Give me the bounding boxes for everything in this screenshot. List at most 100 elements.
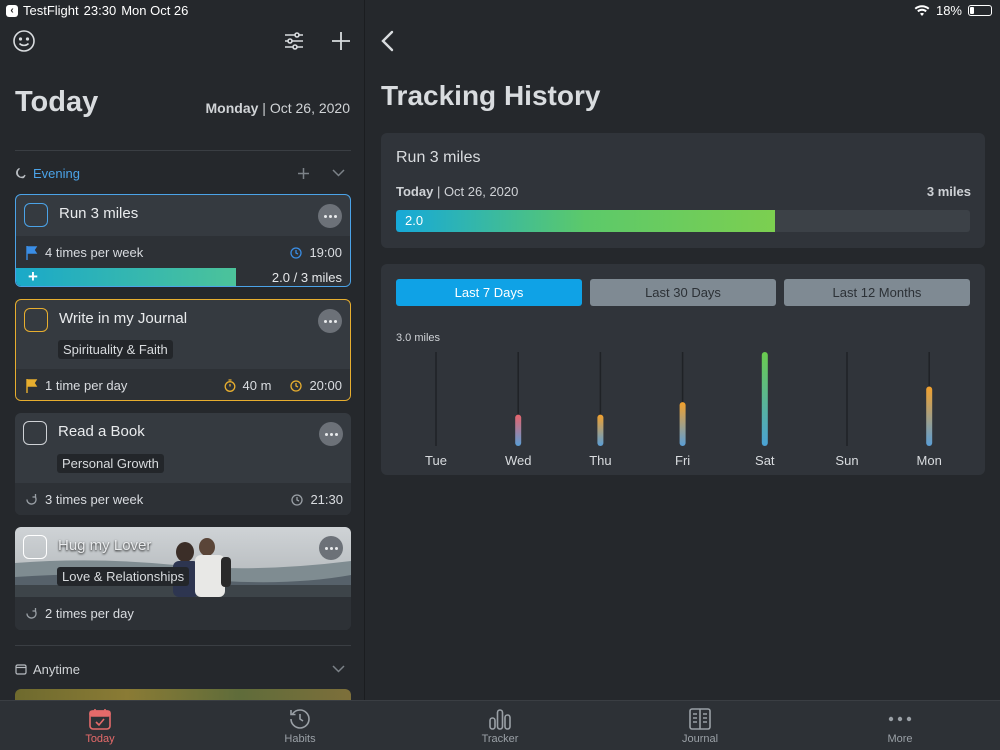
tab-more[interactable]: More xyxy=(850,705,950,745)
add-habit-icon[interactable] xyxy=(328,28,354,54)
tab-label: Today xyxy=(85,733,115,745)
habit-summary-panel: Run 3 miles Today | Oct 26, 2020 3 miles… xyxy=(381,133,985,248)
range-tab-last-30-days[interactable]: Last 30 Days xyxy=(590,279,776,306)
chart-tick-label: Sat xyxy=(755,453,775,468)
tab-today[interactable]: Today xyxy=(50,705,150,745)
tracking-history-pane: Tracking History Run 3 miles Today | Oct… xyxy=(366,0,1000,700)
habit-frequency: 4 times per week xyxy=(45,245,144,260)
section-collapse-chevron-icon[interactable] xyxy=(332,169,345,177)
summary-progress-fill xyxy=(396,210,775,232)
summary-goal: 3 miles xyxy=(926,184,971,199)
reminder-clock-icon xyxy=(291,493,304,506)
habit-checkbox[interactable] xyxy=(23,535,47,559)
chart-bar-thu[interactable] xyxy=(597,414,604,446)
habit-title: Hug my Lover xyxy=(58,537,152,554)
reminder-clock-icon xyxy=(290,246,303,259)
summary-date-value: Oct 26, 2020 xyxy=(443,184,519,199)
summary-progress-bar: 2.0 xyxy=(396,210,970,232)
chart-bar-wed[interactable] xyxy=(515,414,522,446)
range-tab-last-7-days[interactable]: Last 7 Days xyxy=(396,279,582,306)
history-bar-chart: 3.0 miles Tue Wed Thu Fri Sat Sun Mon xyxy=(396,332,942,468)
tab-label: Habits xyxy=(284,733,316,745)
habit-progress-fill xyxy=(16,268,237,286)
habit-reminder-time: 19:00 xyxy=(309,245,342,260)
more-dots-icon xyxy=(888,716,912,722)
chart-tick-label: Thu xyxy=(589,453,611,468)
habit-reminder-time: 21:30 xyxy=(310,492,343,507)
habit-checkbox[interactable] xyxy=(23,421,47,445)
flag-icon xyxy=(26,378,38,393)
tab-label: More xyxy=(887,733,913,745)
tab-journal[interactable]: Journal xyxy=(650,705,750,745)
chart-tick-label: Wed xyxy=(505,453,532,468)
chart-bar-sat[interactable] xyxy=(761,352,768,446)
tab-label: Tracker xyxy=(481,733,519,745)
tab-label: Journal xyxy=(681,733,719,745)
habit-card-hug[interactable]: Hug my Lover Love & Relationships 2 time… xyxy=(15,527,351,630)
habit-progress-label: 2.0 / 3 miles xyxy=(271,270,342,285)
habit-footer: 2 times per day xyxy=(15,597,351,630)
chart-tick-label: Sun xyxy=(835,453,858,468)
habit-title: Write in my Journal xyxy=(59,310,188,327)
page-title: Tracking History xyxy=(381,80,601,111)
divider xyxy=(15,150,351,151)
chart-y-label: 3.0 miles xyxy=(396,332,441,344)
divider xyxy=(15,645,351,646)
habit-frequency: 1 time per day xyxy=(45,378,128,393)
repeat-icon xyxy=(26,494,37,505)
today-pane: Today Monday | Oct 26, 2020 Evening Run … xyxy=(0,0,365,700)
habit-progress-bar[interactable]: + 2.0 / 3 miles xyxy=(16,267,350,286)
chart-bar-mon[interactable] xyxy=(926,386,933,446)
stopwatch-icon xyxy=(224,379,235,392)
today-date: Monday | Oct 26, 2020 xyxy=(205,100,350,116)
habit-checkbox[interactable] xyxy=(24,203,48,227)
habit-card-journal[interactable]: Write in my Journal Spirituality & Faith… xyxy=(15,299,351,401)
habit-footer: 4 times per week 19:00 xyxy=(16,236,350,269)
range-tab-last-12-months[interactable]: Last 12 Months xyxy=(784,279,970,306)
section-collapse-chevron-icon[interactable] xyxy=(332,665,345,673)
habit-duration: 40 m xyxy=(242,378,272,393)
section-label: Anytime xyxy=(33,661,80,677)
chart-tick-label: Tue xyxy=(425,453,447,468)
section-label: Evening xyxy=(33,165,80,181)
habit-card-run[interactable]: Run 3 miles 4 times per week 19:00 + 2.0… xyxy=(15,194,351,287)
today-toolbar xyxy=(0,28,364,58)
more-options-button[interactable] xyxy=(319,422,343,446)
summary-date-prefix: Today xyxy=(396,184,434,199)
habit-frequency: 2 times per day xyxy=(45,606,134,621)
repeat-icon xyxy=(26,608,37,619)
habit-category-tag: Love & Relationships xyxy=(57,567,190,586)
filter-sliders-icon[interactable] xyxy=(281,28,307,54)
section-add-icon[interactable] xyxy=(297,167,310,180)
habit-card-partial[interactable] xyxy=(15,689,351,700)
habit-card-read[interactable]: Read a Book Personal Growth 3 times per … xyxy=(15,413,351,515)
calendar-check-icon xyxy=(89,709,111,730)
log-progress-plus-icon[interactable]: + xyxy=(28,267,38,286)
habit-frequency: 3 times per week xyxy=(45,492,144,507)
tab-tracker[interactable]: Tracker xyxy=(450,705,550,745)
history-clock-icon xyxy=(290,709,310,729)
tab-habits[interactable]: Habits xyxy=(250,705,350,745)
summary-date: Today | Oct 26, 2020 xyxy=(396,184,519,199)
habit-reminder-time: 20:00 xyxy=(309,378,342,393)
habit-footer: 1 time per day 40 m 20:00 xyxy=(16,369,350,400)
mood-smiley-icon[interactable] xyxy=(11,28,37,54)
section-anytime: Anytime xyxy=(15,659,351,679)
bottom-tab-bar: Today Habits Tracker Journal More xyxy=(0,700,1000,750)
chart-tick-label: Fri xyxy=(675,453,690,468)
calendar-icon xyxy=(15,664,27,675)
habit-category-tag: Spirituality & Faith xyxy=(58,340,173,359)
chart-bar-fri[interactable] xyxy=(679,402,686,446)
more-options-button[interactable] xyxy=(318,204,342,228)
today-weekday: Monday xyxy=(205,100,259,116)
journal-book-icon xyxy=(689,708,711,730)
habit-footer: 3 times per week 21:30 xyxy=(15,483,351,515)
habit-checkbox[interactable] xyxy=(24,308,48,332)
back-chevron-icon[interactable] xyxy=(380,30,394,52)
more-options-button[interactable] xyxy=(318,309,342,333)
more-options-button[interactable] xyxy=(319,536,343,560)
flag-icon xyxy=(26,245,38,260)
summary-progress-value: 2.0 xyxy=(405,213,424,228)
chart-tick-label: Mon xyxy=(917,453,942,468)
habit-category-tag: Personal Growth xyxy=(57,454,164,473)
